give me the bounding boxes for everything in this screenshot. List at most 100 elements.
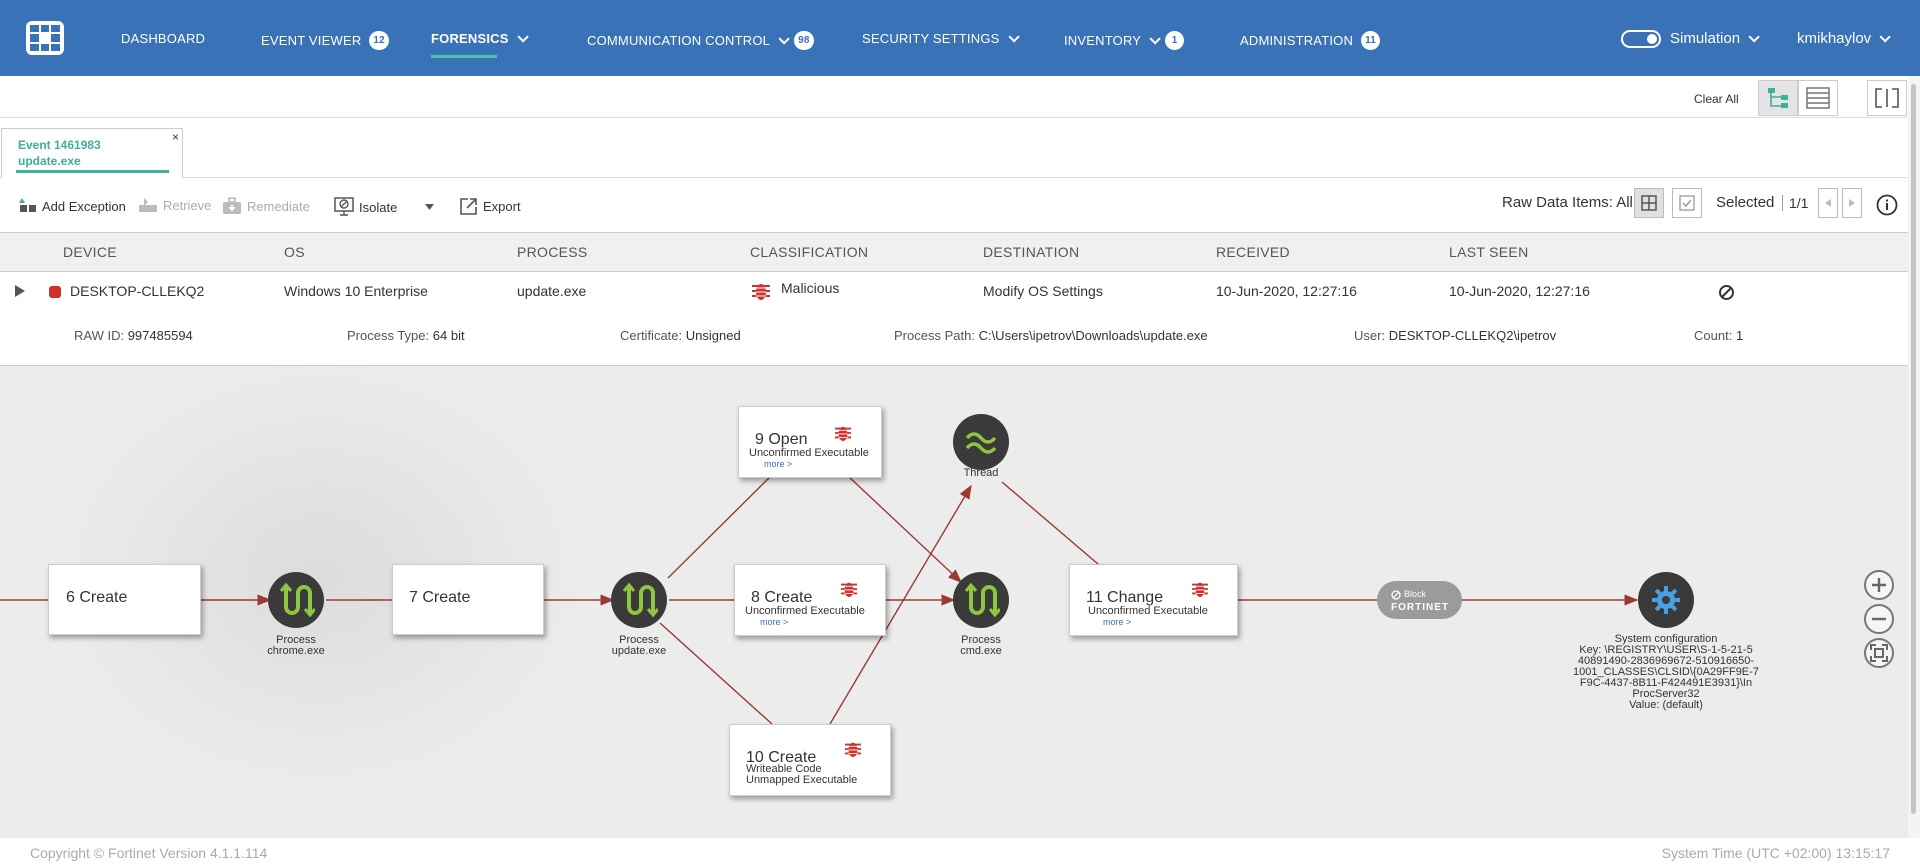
process-chrome-node[interactable] xyxy=(268,572,324,628)
remediate-icon xyxy=(223,197,241,214)
graph-node-6-create[interactable]: 6 Create xyxy=(48,564,201,635)
fit-to-screen-button[interactable] xyxy=(1864,638,1894,668)
count-badge: 12 xyxy=(369,31,389,50)
plus-icon xyxy=(1872,578,1886,592)
raw-id-detail: RAW ID: 997485594 xyxy=(74,328,193,343)
certificate-value: Unsigned xyxy=(685,328,741,343)
process-path-value: C:\Users\ipetrov\Downloads\update.exe xyxy=(978,328,1208,343)
event-process: update.exe xyxy=(18,154,81,168)
previous-page-button[interactable] xyxy=(1818,188,1838,218)
fortinet-brand-label: FORTINET xyxy=(1391,602,1449,613)
column-process[interactable]: PROCESS xyxy=(517,244,588,260)
split-panel-button[interactable] xyxy=(1867,80,1907,116)
info-icon[interactable] xyxy=(1876,194,1898,216)
event-tab[interactable]: Event 1461983 update.exe × xyxy=(1,128,183,178)
classification-cell: Malicious xyxy=(781,280,840,296)
count-value: 1 xyxy=(1735,328,1744,343)
page-scrollbar[interactable] xyxy=(1908,76,1920,838)
simulation-dropdown[interactable]: Simulation xyxy=(1670,30,1760,47)
chevron-left-icon xyxy=(1825,199,1831,207)
isolate-button[interactable]: Isolate xyxy=(334,197,397,217)
column-destination[interactable]: DESTINATION xyxy=(983,244,1079,260)
block-action-badge[interactable]: Block FORTINET xyxy=(1377,581,1462,619)
process-cell: update.exe xyxy=(517,283,587,299)
graph-node-11-change[interactable]: 11 Change Unconfirmed Executable more > xyxy=(1069,564,1238,636)
raw-id-label: RAW ID: xyxy=(74,328,125,343)
certificate-label: Certificate: xyxy=(620,328,683,343)
isolate-dropdown-icon[interactable] xyxy=(425,204,434,210)
add-exception-button[interactable]: Add Exception xyxy=(19,197,126,215)
system-configuration-node[interactable] xyxy=(1638,572,1694,628)
device-cell: DESKTOP-CLLEKQ2 xyxy=(70,283,205,299)
nav-forensics[interactable]: FORENSICS xyxy=(431,30,529,46)
expand-row-icon[interactable] xyxy=(15,285,25,297)
add-exception-label: Add Exception xyxy=(42,198,126,214)
retrieve-button[interactable]: Retrieve xyxy=(138,197,211,213)
table-row[interactable]: DESKTOP-CLLEKQ2 Windows 10 Enterprise up… xyxy=(0,272,1908,366)
nav-event-viewer[interactable]: EVENT VIEWER 12 xyxy=(261,31,389,50)
more-link[interactable]: more > xyxy=(1103,617,1131,627)
close-icon[interactable]: × xyxy=(172,130,179,144)
remediate-button[interactable]: Remediate xyxy=(222,197,310,215)
fortinet-logo-icon[interactable] xyxy=(26,21,64,55)
active-tab-indicator xyxy=(431,55,497,58)
process-update-node[interactable] xyxy=(611,572,667,628)
more-link[interactable]: more > xyxy=(760,617,788,627)
clear-all-button[interactable]: Clear All xyxy=(1694,92,1739,106)
event-toolbar: Add Exception Retrieve Remediate Isolate… xyxy=(0,178,1920,232)
nav-security-settings[interactable]: SECURITY SETTINGS xyxy=(862,30,1020,46)
column-os[interactable]: OS xyxy=(284,244,305,260)
thread-node[interactable] xyxy=(953,414,1009,470)
next-page-button[interactable] xyxy=(1842,188,1862,218)
list-view-button[interactable] xyxy=(1798,80,1838,116)
raw-data-select-button[interactable] xyxy=(1672,188,1702,218)
scrollbar-thumb[interactable] xyxy=(1911,84,1916,814)
graph-view-button[interactable] xyxy=(1758,80,1798,116)
count-badge: 98 xyxy=(794,31,814,50)
chevron-right-icon xyxy=(1849,199,1855,207)
raw-data-items-label: Raw Data Items: All xyxy=(1502,194,1633,211)
export-button[interactable]: Export xyxy=(460,197,521,215)
blocked-icon[interactable] xyxy=(1718,284,1735,301)
nav-label: DASHBOARD xyxy=(121,31,206,46)
top-navigation: DASHBOARD EVENT VIEWER 12 FORENSICS COMMU… xyxy=(0,0,1920,76)
blocked-icon xyxy=(1391,590,1401,600)
zoom-out-button[interactable] xyxy=(1864,604,1894,634)
user-label: User: xyxy=(1354,328,1386,343)
zoom-in-button[interactable] xyxy=(1864,570,1894,600)
node-label: Value: (default) xyxy=(1629,699,1703,711)
node-label: chrome.exe xyxy=(267,645,325,657)
more-link[interactable]: more > xyxy=(764,459,792,469)
simulation-toggle[interactable] xyxy=(1621,30,1661,48)
raw-data-grid-button[interactable] xyxy=(1634,188,1664,218)
user-menu[interactable]: kmikhaylov xyxy=(1797,30,1891,47)
events-table-header: DEVICE OS PROCESS CLASSIFICATION DESTINA… xyxy=(0,232,1908,272)
nav-inventory[interactable]: INVENTORY 1 xyxy=(1064,31,1185,50)
graph-node-10-create[interactable]: 10 Create Writeable Code Unmapped Execut… xyxy=(729,724,891,796)
toggle-knob xyxy=(1647,34,1657,44)
nav-dashboard[interactable]: DASHBOARD xyxy=(121,31,205,46)
process-graph-canvas[interactable]: 6 Create 7 Create 9 Open Unconfirmed Exe… xyxy=(0,366,1908,838)
graph-node-7-create[interactable]: 7 Create xyxy=(392,564,544,635)
nav-communication-control[interactable]: COMMUNICATION CONTROL 98 xyxy=(587,31,814,50)
isolate-icon xyxy=(334,197,354,216)
process-path-label: Process Path: xyxy=(894,328,975,343)
process-icon xyxy=(622,582,658,618)
count-badge: 11 xyxy=(1361,31,1381,50)
view-bar: Clear All xyxy=(0,76,1920,118)
node-subtitle: Unconfirmed Executable xyxy=(745,605,865,617)
selected-label: Selected xyxy=(1716,194,1775,211)
split-view-icon xyxy=(1875,88,1899,108)
process-icon xyxy=(279,582,315,618)
column-received[interactable]: RECEIVED xyxy=(1216,244,1290,260)
destination-cell: Modify OS Settings xyxy=(983,283,1103,299)
column-device[interactable]: DEVICE xyxy=(63,244,117,260)
minus-icon xyxy=(1872,617,1886,621)
graph-node-8-create[interactable]: 8 Create Unconfirmed Executable more > xyxy=(734,564,886,636)
nav-administration[interactable]: ADMINISTRATION 11 xyxy=(1240,31,1381,50)
graph-node-9-open[interactable]: 9 Open Unconfirmed Executable more > xyxy=(738,406,882,478)
process-cmd-node[interactable] xyxy=(953,572,1009,628)
column-last-seen[interactable]: LAST SEEN xyxy=(1449,244,1528,260)
column-classification[interactable]: CLASSIFICATION xyxy=(750,244,868,260)
nav-label: EVENT VIEWER xyxy=(261,33,362,48)
